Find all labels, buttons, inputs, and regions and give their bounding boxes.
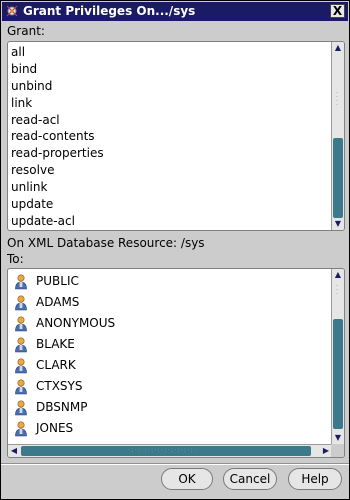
user-list-item[interactable]: CLARK: [8, 355, 330, 376]
grant-privilege-item[interactable]: update: [8, 196, 330, 213]
scroll-left-arrow-icon[interactable]: ◀: [8, 445, 20, 457]
user-list-item[interactable]: ADAMS: [8, 292, 330, 313]
user-name: JONES: [36, 421, 74, 435]
users-scroll-thumb[interactable]: [333, 319, 343, 429]
users-vertical-scrollbar[interactable]: ▲ · · · ▼: [331, 269, 344, 444]
scroll-down-arrow-icon[interactable]: ▼: [332, 218, 344, 230]
grant-privilege-item[interactable]: unlink: [8, 179, 330, 196]
person-icon: [14, 337, 28, 353]
grant-privilege-item[interactable]: resolve: [8, 162, 330, 179]
grant-privilege-item[interactable]: update-acl: [8, 213, 330, 230]
person-icon: [14, 295, 28, 311]
grip-icon: · · · ·: [336, 90, 338, 109]
scroll-up-arrow-icon[interactable]: ▲: [332, 42, 344, 54]
grant-privilege-item[interactable]: read-acl: [8, 112, 330, 129]
grant-privilege-item[interactable]: read-contents: [8, 128, 330, 145]
grip-icon: · · ·: [336, 283, 338, 298]
user-name: BLAKE: [36, 337, 75, 351]
person-icon: [14, 316, 28, 332]
user-name: PUBLIC: [36, 274, 79, 288]
user-name: CTXSYS: [36, 379, 83, 393]
person-icon: [14, 379, 28, 395]
person-icon: [14, 358, 28, 374]
resource-label: On XML Database Resource: /sys: [7, 236, 205, 250]
user-name: ADAMS: [36, 295, 80, 309]
grant-scroll-thumb[interactable]: [333, 138, 343, 218]
person-icon: [14, 400, 28, 416]
person-icon: [14, 421, 28, 437]
person-icon: [14, 274, 28, 290]
grip-icon: ·:·:·:·:·:·:·:·:·:·:·: [128, 446, 198, 454]
user-list-item[interactable]: CTXSYS: [8, 376, 330, 397]
close-button[interactable]: X: [330, 4, 345, 18]
scroll-down-arrow-icon[interactable]: ▼: [332, 432, 344, 444]
title-bar[interactable]: Grant Privileges On.../sys X: [2, 2, 348, 21]
app-icon: [6, 5, 18, 17]
to-listbox[interactable]: PUBLIC ADAMS ANONYMOUS BLAKE CLARK CTXSYS DBSN…: [7, 268, 345, 458]
grant-privilege-item[interactable]: all: [8, 44, 330, 61]
user-name: DBSNMP: [36, 400, 88, 414]
scroll-corner: [331, 444, 344, 457]
to-label: To:: [7, 252, 24, 266]
grant-listbox[interactable]: all bind unbind link read-acl read-contents re…: [7, 41, 345, 231]
user-name: CLARK: [36, 358, 76, 372]
scroll-up-arrow-icon[interactable]: ▲: [332, 269, 344, 281]
user-list-item[interactable]: JONES: [8, 418, 330, 439]
user-list-item[interactable]: PUBLIC: [8, 271, 330, 292]
grant-list: all bind unbind link read-acl read-contents re…: [8, 44, 330, 230]
user-list-item[interactable]: ANONYMOUS: [8, 313, 330, 334]
grant-privilege-item[interactable]: unbind: [8, 78, 330, 95]
cancel-button[interactable]: Cancel: [223, 468, 277, 490]
users-horizontal-scrollbar[interactable]: ◀ ·:·:·:·:·:·:·:·:·:·:· ▶: [8, 444, 332, 457]
user-list-item[interactable]: BLAKE: [8, 334, 330, 355]
grant-label: Grant:: [7, 24, 45, 38]
divider: [1, 463, 349, 465]
ok-button[interactable]: OK: [161, 468, 213, 490]
help-button[interactable]: Help: [288, 468, 342, 490]
grant-vertical-scrollbar[interactable]: ▲ · · · · ▼: [331, 42, 344, 230]
grant-privilege-item[interactable]: bind: [8, 61, 330, 78]
grant-privilege-item[interactable]: link: [8, 95, 330, 112]
user-list-item[interactable]: DBSNMP: [8, 397, 330, 418]
grant-privileges-dialog: Grant Privileges On.../sys X Grant: all b…: [0, 0, 350, 500]
grant-privilege-item[interactable]: read-properties: [8, 145, 330, 162]
user-list: PUBLIC ADAMS ANONYMOUS BLAKE CLARK CTXSYS DBSN…: [8, 271, 330, 439]
window-title: Grant Privileges On.../sys: [23, 4, 196, 18]
user-name: ANONYMOUS: [36, 316, 116, 330]
